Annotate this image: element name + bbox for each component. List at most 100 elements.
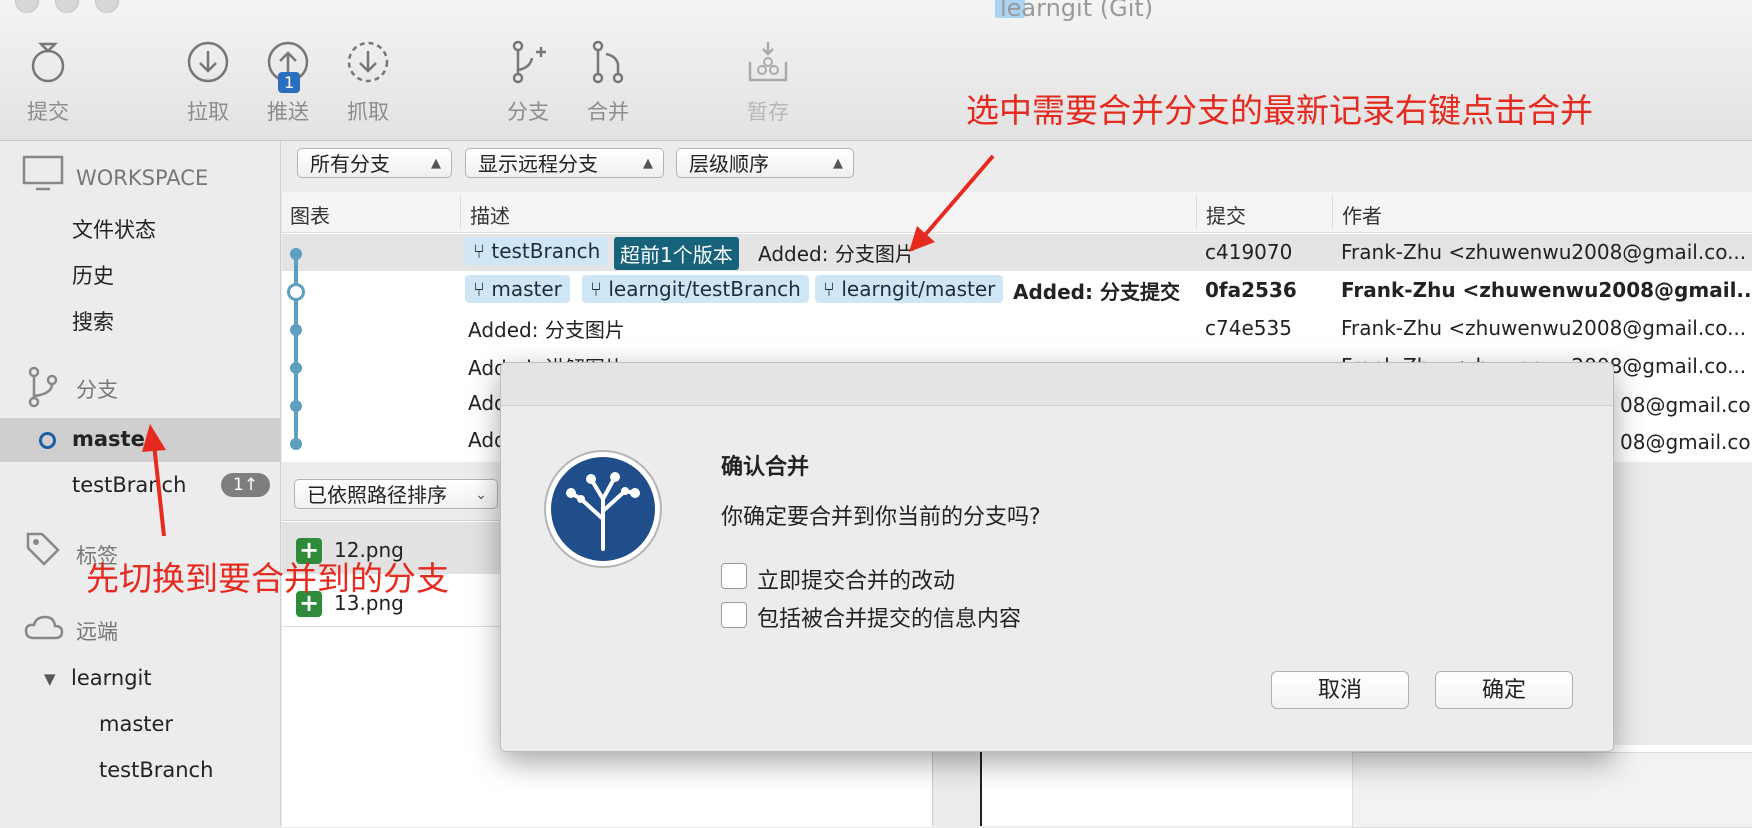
column-divider[interactable] <box>1332 195 1333 229</box>
push-button[interactable]: 1 推送 <box>248 40 328 126</box>
sidebar-item-history[interactable]: 历史 <box>72 260 114 290</box>
column-divider[interactable] <box>460 195 461 229</box>
column-divider[interactable] <box>1196 195 1197 229</box>
sidebar-item-file-status[interactable]: 文件状态 <box>72 214 156 244</box>
sort-value: 已依照路径排序 <box>307 483 447 507</box>
branch-tag-label: learngit/master <box>841 277 996 301</box>
commit-graph-head-node <box>287 283 305 301</box>
remote-filter-select[interactable]: 显示远程分支 ▲ <box>465 148 664 178</box>
commit-hash: c419070 <box>1205 240 1293 264</box>
commit-author: 08@gmail.co... <box>1620 393 1752 417</box>
column-header-commit[interactable]: 提交 <box>1206 200 1246 229</box>
merge-confirm-dialog: 确认合并 你确定要合并到你当前的分支吗? 立即提交合并的改动 包括被合并提交的信… <box>500 362 1614 752</box>
window-title: learngit (Git) <box>1000 0 1154 22</box>
commit-author: Frank-Zhu <zhuwenwu2008@gmail.co... <box>1341 316 1747 340</box>
cloud-icon <box>24 615 64 640</box>
cancel-button[interactable]: 取消 <box>1271 671 1409 709</box>
sidebar-remote-branch-testbranch[interactable]: testBranch <box>99 758 213 782</box>
branch-ahead-count-badge: 1↑ <box>221 473 271 497</box>
branch-label: 分支 <box>507 100 549 124</box>
order-select[interactable]: 层级顺序 ▲ <box>676 148 854 178</box>
commit-graph-line <box>294 252 298 444</box>
annotation-arrow-icon <box>909 154 995 252</box>
ok-button[interactable]: 确定 <box>1435 671 1573 709</box>
fetch-button[interactable]: 抓取 <box>328 40 408 126</box>
commit-immediately-checkbox[interactable] <box>721 563 747 589</box>
commit-author: Frank-Zhu <zhuwenwu2008@gmail.co... <box>1341 240 1747 264</box>
commit-graph-node <box>290 400 302 412</box>
tag-icon <box>26 532 60 566</box>
updown-chevron-icon: ▲ <box>431 156 441 171</box>
pull-icon <box>187 41 229 83</box>
fetch-icon <box>347 41 389 83</box>
branch-icon <box>512 40 546 84</box>
annotation-switch-branch: 先切换到要合并到的分支 <box>86 559 449 598</box>
include-messages-label[interactable]: 包括被合并提交的信息内容 <box>757 601 1021 633</box>
commit-hash: c74e535 <box>1205 316 1292 340</box>
column-header-author[interactable]: 作者 <box>1342 200 1382 229</box>
commit-graph-node <box>290 362 302 374</box>
dialog-title: 确认合并 <box>721 455 810 480</box>
preview-thumbnail <box>1352 752 1752 828</box>
current-branch-indicator-icon <box>39 432 56 449</box>
annotation-select-latest-commit: 选中需要合并分支的最新记录右键点击合并 <box>966 91 1593 130</box>
branches-icon <box>28 366 58 408</box>
branch-tag: ⑂ master <box>465 275 570 303</box>
pull-label: 拉取 <box>187 100 229 124</box>
commit-description: Added: 分支图片 <box>758 242 915 266</box>
merge-button[interactable]: 合并 <box>568 40 648 126</box>
pull-button[interactable]: 拉取 <box>168 40 248 126</box>
merge-icon <box>592 40 624 84</box>
commit-graph-node <box>290 438 302 450</box>
sidebar-remote-branch-master[interactable]: master <box>99 712 173 736</box>
stash-button[interactable]: 暂存 <box>728 40 808 126</box>
commit-icon <box>31 42 65 83</box>
commit-description: Added: 分支提交 <box>1013 280 1180 304</box>
include-messages-checkbox[interactable] <box>721 602 747 628</box>
dialog-message: 你确定要合并到你当前的分支吗? <box>721 505 1041 530</box>
branch-filter-select[interactable]: 所有分支 ▲ <box>297 148 452 178</box>
updown-chevron-icon: ▲ <box>833 156 843 171</box>
stash-label: 暂存 <box>747 100 789 124</box>
sort-select[interactable]: 已依照路径排序 ⌄ <box>294 479 498 509</box>
disclosure-triangle-icon[interactable]: ▼ <box>44 670 56 688</box>
workspace-monitor-icon <box>22 155 64 191</box>
branch-tag-label: testBranch <box>491 239 601 263</box>
commit-label: 提交 <box>27 100 69 124</box>
branches-header: 分支 <box>76 378 118 402</box>
commit-author: Frank-Zhu <zhuwenwu2008@gmail... <box>1341 278 1752 302</box>
branch-tag: ⑂ learngit/master <box>815 275 1004 303</box>
column-header-graph[interactable]: 图表 <box>290 200 330 229</box>
branch-tag-label: learngit/testBranch <box>608 277 801 301</box>
annotation-arrow-icon <box>142 424 166 537</box>
column-header-description[interactable]: 描述 <box>470 200 510 229</box>
commit-graph-node <box>290 248 302 260</box>
sourcetree-logo-icon <box>544 450 662 568</box>
updown-chevron-icon: ▲ <box>643 156 653 171</box>
branch-tag-icon: ⑂ <box>473 277 492 301</box>
remotes-header: 远端 <box>76 620 118 644</box>
branch-tag: ⑂ learngit/testBranch <box>582 275 809 303</box>
commit-immediately-label[interactable]: 立即提交合并的改动 <box>757 563 955 595</box>
branch-filter-value: 所有分支 <box>310 152 390 176</box>
branch-tag: ⑂ testBranch <box>465 237 609 265</box>
fetch-label: 抓取 <box>347 100 389 124</box>
branch-tag-icon: ⑂ <box>473 239 492 263</box>
branch-tag-icon: ⑂ <box>590 277 609 301</box>
branch-button[interactable]: 分支 <box>488 40 568 126</box>
merge-label: 合并 <box>587 100 629 124</box>
commit-graph-node <box>290 324 302 336</box>
chevron-down-icon: ⌄ <box>475 487 487 503</box>
remote-filter-value: 显示远程分支 <box>478 152 598 176</box>
commit-author: 08@gmail.co... <box>1620 430 1752 454</box>
sidebar-remote-learngit[interactable]: learngit <box>71 666 152 690</box>
stash-icon <box>748 42 788 82</box>
dialog-titlebar <box>501 363 1613 406</box>
branch-tag-label: master <box>491 277 562 301</box>
push-label: 推送 <box>267 100 309 124</box>
push-count-badge: 1 <box>278 72 301 93</box>
commit-button[interactable]: 提交 <box>8 40 88 126</box>
order-value: 层级顺序 <box>689 152 769 176</box>
commit-hash: 0fa2536 <box>1205 278 1297 302</box>
sidebar-item-search[interactable]: 搜索 <box>72 306 114 336</box>
